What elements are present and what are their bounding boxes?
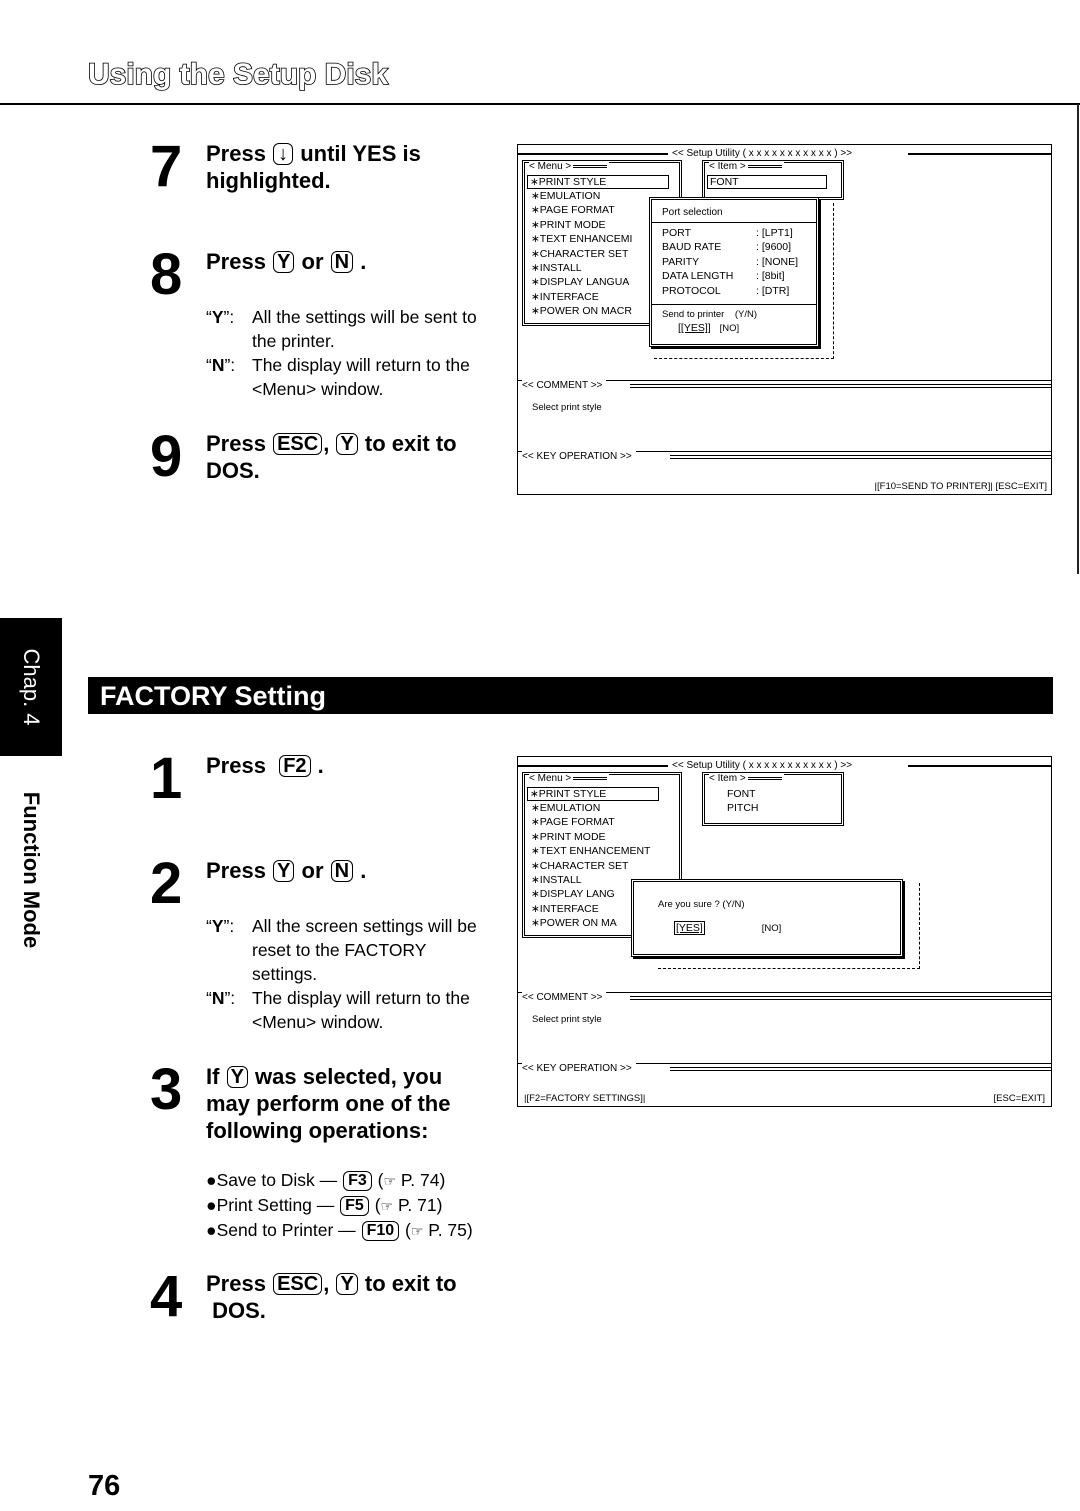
y-key-icon: Y (226, 1066, 248, 1088)
step-number: 1 (150, 746, 182, 811)
send-prompt: Send to printer (Y/N) (662, 309, 758, 320)
step-number: 4 (150, 1264, 182, 1329)
item-entry[interactable]: PITCH (727, 801, 759, 815)
setup-utility-screen-factory: << Setup Utility ( x x x x x x x x x x x… (517, 756, 1052, 1107)
setup-utility-screen-port: << Setup Utility ( x x x x x x x x x x x… (517, 144, 1052, 495)
y-key-icon: Y (273, 251, 295, 273)
page-title: Using the Setup Disk (87, 57, 389, 92)
screen-title: << Setup Utility ( x x x x x x x x x x x… (668, 147, 857, 160)
section-tab: Function Mode (19, 791, 44, 949)
menu-item[interactable]: ∗PAGE FORMAT (531, 815, 659, 829)
step-number: 7 (150, 134, 182, 199)
menu-item[interactable]: ∗PRINT MODE (531, 830, 659, 844)
step-heading: Press F2 . (206, 753, 324, 778)
step-heading: Press Y or N . (206, 858, 367, 883)
item-window: < Item > FONT PITCH (702, 772, 844, 826)
comment-text: Select print style (532, 1014, 602, 1025)
pointing-hand-icon: ☞ (380, 1198, 394, 1214)
setting-row: DATA LENGTH: [8bit] (662, 270, 785, 283)
header-rule (0, 103, 1080, 105)
port-settings: PORT: [LPT1] BAUD RATE: [9600] PARITY: [… (662, 226, 798, 298)
y-key-icon: Y (336, 433, 358, 455)
no-option[interactable]: [NO] (762, 923, 782, 934)
no-option[interactable]: [NO] (720, 323, 740, 334)
chapter-tab: Chap. 4 (0, 618, 62, 756)
factory-step-2-description: “Y”: All the screen settings will be rese… (206, 916, 477, 1032)
step-heading: Press ESC, Y to exit to DOS. (206, 1271, 457, 1323)
esc-key-icon: ESC (273, 433, 323, 455)
esc-key-icon: ESC (273, 1273, 323, 1295)
f3-key-icon: F3 (343, 1171, 372, 1191)
operation-item: ●Send to Printer — F10 (☞ P. 75) (206, 1220, 473, 1241)
y-key-icon: Y (336, 1273, 358, 1295)
page-header: Using the Setup Disk (87, 57, 389, 92)
pointing-hand-icon: ☞ (383, 1173, 396, 1189)
setting-row: BAUD RATE: [9600] (662, 241, 792, 254)
step-heading: Press ↓ until YES is highlighted. (206, 141, 421, 193)
edge-rule (1077, 104, 1079, 574)
confirm-prompt: Are you sure ? (Y/N) (658, 899, 745, 910)
operation-item: ●Print Setting — F5 (☞ P. 71) (206, 1195, 443, 1216)
dialog-title: Port selection (662, 207, 723, 218)
key-operation-left: |[F2=FACTORY SETTINGS]| (524, 1093, 646, 1104)
key-operation-section: << KEY OPERATION >> (518, 451, 1051, 462)
item-entry[interactable]: FONT (727, 787, 759, 801)
key-operation-text: |[F10=SEND TO PRINTER]| [ESC=EXIT] (874, 481, 1047, 492)
menu-item[interactable]: ∗EMULATION (531, 801, 659, 815)
setting-row: PARITY: [NONE] (662, 255, 799, 268)
item-window: < Item > FONT (702, 160, 844, 200)
yes-option[interactable]: [YES] (674, 921, 705, 935)
setting-row: PORT: [LPT1] (662, 227, 793, 239)
step-8-description: “Y”: All the settings will be sent to the… (206, 307, 477, 399)
port-selection-dialog: Port selection PORT: [LPT1] BAUD RATE: [… (649, 197, 819, 347)
f5-key-icon: F5 (340, 1196, 369, 1216)
step-heading: If Y was selected, you may perform one o… (206, 1064, 451, 1143)
n-key-icon: N (330, 251, 354, 273)
yes-option[interactable]: [[YES]] (678, 322, 711, 334)
factory-setting-heading: FACTORY Setting (88, 677, 1053, 714)
operations-list: ●Save to Disk — F3 (☞ P. 74) ●Print Sett… (206, 1168, 473, 1243)
menu-item[interactable]: ∗PRINT STYLE (527, 175, 669, 189)
step-heading: Press ESC, Y to exit to DOS. (206, 431, 457, 483)
menu-item[interactable]: ∗CHARACTER SET (531, 859, 659, 873)
page-number: 76 (88, 1470, 121, 1502)
key-operation-right: [ESC=EXIT] (993, 1093, 1045, 1104)
screen-title: << Setup Utility ( x x x x x x x x x x x… (668, 759, 857, 772)
comment-text: Select print style (532, 402, 602, 413)
step-number: 3 (150, 1057, 182, 1122)
item-entry[interactable]: FONT (707, 175, 827, 189)
operation-item: ●Save to Disk — F3 (☞ P. 74) (206, 1170, 446, 1191)
f2-key-icon: F2 (279, 755, 311, 777)
step-number: 9 (150, 424, 182, 489)
step-heading: Press Y or N . (206, 249, 367, 274)
key-operation-section: << KEY OPERATION >> (518, 1063, 1051, 1074)
confirm-dialog: Are you sure ? (Y/N) [YES] [NO] (631, 879, 903, 957)
f10-key-icon: F10 (361, 1221, 400, 1241)
comment-section: << COMMENT >> (518, 992, 1051, 1003)
pointing-hand-icon: ☞ (410, 1223, 424, 1239)
menu-item[interactable]: ∗TEXT ENHANCEMENT (531, 844, 659, 858)
setting-row: PROTOCOL: [DTR] (662, 284, 790, 297)
menu-item[interactable]: ∗PRINT STYLE (527, 787, 659, 801)
y-key-icon: Y (273, 860, 295, 882)
n-key-icon: N (330, 860, 354, 882)
step-number: 8 (150, 242, 182, 307)
down-arrow-key-icon: ↓ (273, 143, 294, 165)
step-number: 2 (150, 851, 182, 916)
comment-section: << COMMENT >> (518, 380, 1051, 391)
